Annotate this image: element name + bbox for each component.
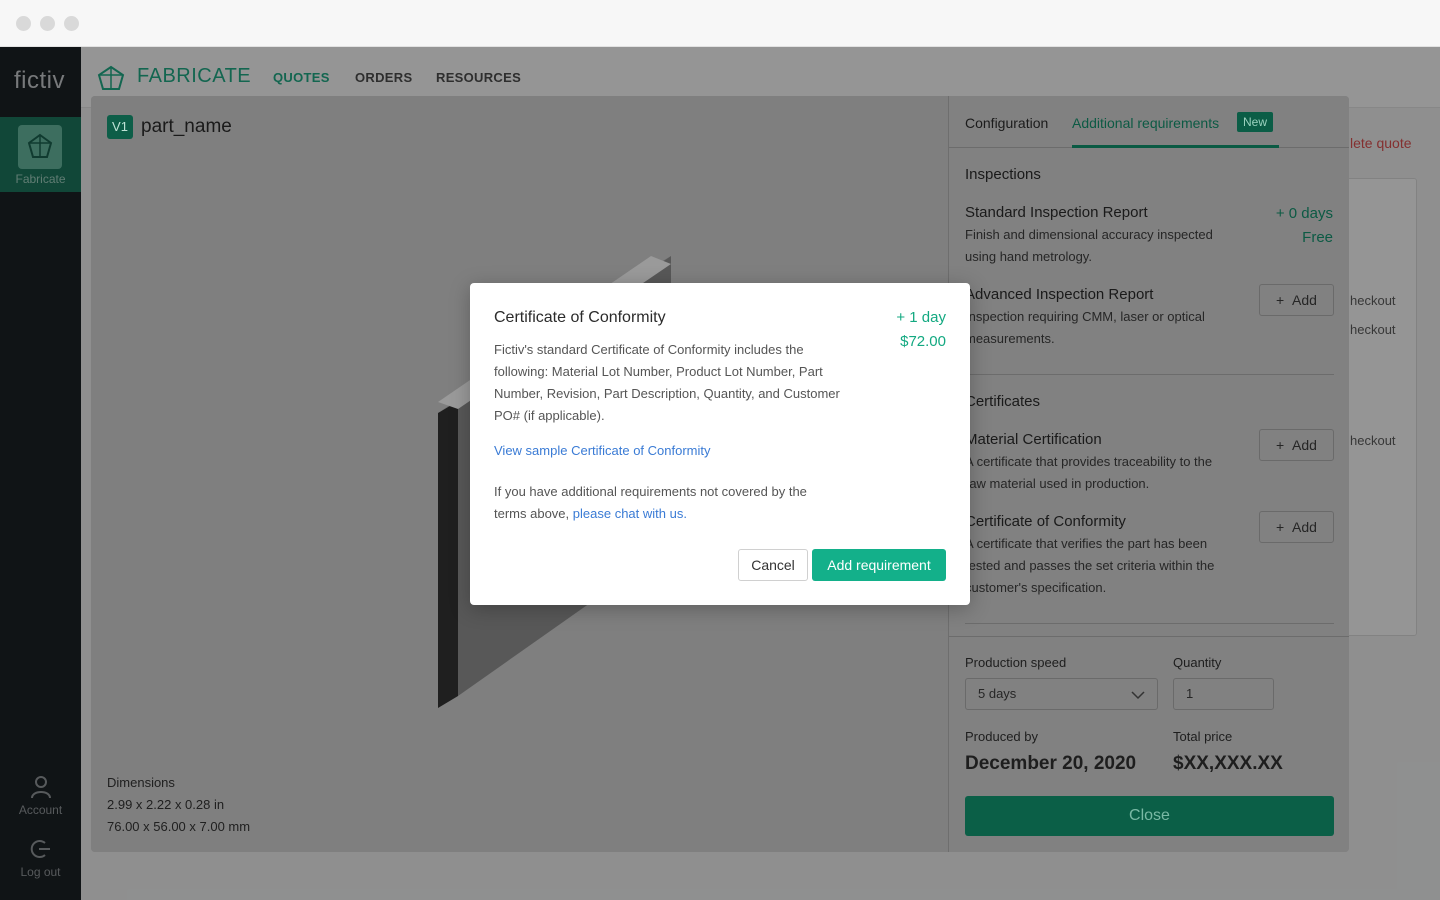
add-conformity-certificate-button[interactable]: + Add <box>1259 511 1334 543</box>
cancel-button[interactable]: Cancel <box>738 549 808 581</box>
add-advanced-inspection-button[interactable]: + Add <box>1259 284 1334 316</box>
dialog-additional-text: If you have additional requirements not … <box>494 481 834 525</box>
standard-inspection-title: Standard Inspection Report <box>965 204 1148 221</box>
inspections-heading: Inspections <box>965 166 1041 183</box>
certificates-heading: Certificates <box>965 393 1041 410</box>
plus-icon: + <box>1276 292 1293 308</box>
dialog-price: $72.00 <box>900 333 946 350</box>
chevron-down-icon <box>1131 691 1145 700</box>
close-button[interactable]: Close <box>965 796 1334 836</box>
tab-configuration[interactable]: Configuration <box>965 115 1048 131</box>
new-badge: New <box>1237 112 1274 132</box>
standard-inspection-desc: Finish and dimensional accuracy inspecte… <box>965 227 1213 264</box>
certificate-dialog: Certificate of Conformity + 1 day $72.00… <box>470 283 970 605</box>
dialog-lead-time: + 1 day <box>896 309 946 326</box>
standard-inspection-days: + 0 days <box>1275 205 1333 222</box>
window-minimize-dot[interactable] <box>40 16 55 31</box>
section-divider <box>965 623 1334 624</box>
production-speed-select[interactable]: 5 days <box>965 678 1158 710</box>
produced-by-label: Produced by <box>965 729 1038 744</box>
production-speed-value: 5 days <box>978 686 1017 701</box>
standard-inspection-price: Free <box>1302 229 1333 246</box>
add-label: Add <box>1292 519 1317 535</box>
advanced-inspection-desc: Inspection requiring CMM, laser or optic… <box>965 309 1205 346</box>
total-price-label: Total price <box>1173 729 1233 744</box>
total-price-value: $XX,XXX.XX <box>1173 753 1283 774</box>
produced-by-date: December 20, 2020 <box>965 753 1137 774</box>
window-maximize-dot[interactable] <box>64 16 79 31</box>
view-sample-link[interactable]: View sample Certificate of Conformity <box>494 443 711 458</box>
active-tab-indicator <box>1072 145 1279 148</box>
advanced-inspection-title: Advanced Inspection Report <box>965 286 1154 303</box>
conformity-certificate-title: Certificate of Conformity <box>965 513 1126 530</box>
section-divider <box>965 374 1334 375</box>
dimensions-label: Dimensions <box>107 775 175 790</box>
dialog-title: Certificate of Conformity <box>494 309 666 326</box>
dimensions-block: Dimensions 2.99 x 2.22 x 0.28 in 76.00 x… <box>107 772 250 838</box>
chat-link[interactable]: please chat with us. <box>573 506 687 521</box>
quantity-label: Quantity <box>1173 655 1222 670</box>
conformity-certificate-desc: A certificate that verifies the part has… <box>965 536 1215 595</box>
tab-additional-requirements[interactable]: Additional requirements <box>1072 115 1219 131</box>
quote-footer: Production speed Quantity 5 days 1 Produ… <box>949 636 1349 852</box>
add-label: Add <box>1292 437 1317 453</box>
dialog-description: Fictiv's standard Certificate of Conform… <box>494 342 840 423</box>
add-label: Add <box>1292 292 1317 308</box>
dimensions-inches: 2.99 x 2.22 x 0.28 in <box>107 797 225 812</box>
panel-tabs: Configuration Additional requirements Ne… <box>949 96 1349 148</box>
production-speed-label: Production speed <box>965 655 1067 670</box>
plus-icon: + <box>1276 437 1293 453</box>
material-certification-title: Material Certification <box>965 431 1102 448</box>
add-requirement-button[interactable]: Add requirement <box>812 549 946 581</box>
add-material-certification-button[interactable]: + Add <box>1259 429 1334 461</box>
dimensions-mm: 76.00 x 56.00 x 7.00 mm <box>107 819 251 834</box>
window-close-dot[interactable] <box>16 16 31 31</box>
browser-chrome <box>0 0 1440 47</box>
quantity-input[interactable]: 1 <box>1173 678 1274 710</box>
material-certification-desc: A certificate that provides traceability… <box>965 454 1213 491</box>
requirements-panel: Configuration Additional requirements Ne… <box>948 96 1349 852</box>
plus-icon: + <box>1276 519 1293 535</box>
